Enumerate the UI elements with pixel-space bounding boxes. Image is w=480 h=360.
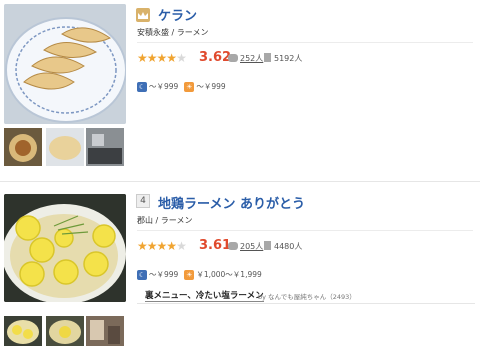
bookmark-count: 4480人	[274, 242, 303, 251]
star-empty-icon: ★	[176, 239, 187, 253]
shop-card-1: ケラン 安積永盛 / ラーメン ★★★★★ 3.62 252人 5192人 ☾ ～…	[0, 0, 480, 176]
shop-main-photo[interactable]	[4, 194, 126, 302]
featured-review-title[interactable]: 裏メニュー、冷たい塩ラーメン	[145, 289, 264, 302]
shop-thumb-2[interactable]	[46, 316, 84, 346]
star-full-icon: ★	[146, 239, 158, 253]
shop-name[interactable]: 地鶏ラーメン ありがとう	[158, 193, 305, 212]
star-empty-icon: ★	[176, 51, 187, 65]
price-row: ☾ ～￥999 ☀ ￥1,000～￥1,999	[137, 264, 268, 280]
star-full-icon: ★	[156, 239, 168, 253]
shop-area-genre: 郡山 / ラーメン	[137, 216, 193, 225]
lunch-price: ￥1,000～￥1,999	[196, 270, 262, 279]
divider	[137, 230, 473, 231]
star-full-icon: ★	[137, 51, 148, 65]
shop-thumb-1[interactable]	[4, 128, 42, 166]
divider	[137, 42, 473, 43]
review-count[interactable]: 252人	[240, 53, 263, 64]
rating-stars: ★★★★★	[137, 239, 187, 253]
rating-score: 3.61	[199, 238, 232, 253]
moon-icon: ☾	[137, 269, 147, 280]
star-full-icon: ★	[146, 51, 158, 65]
shop-thumb-1[interactable]	[4, 316, 42, 346]
shop-thumb-2[interactable]	[46, 128, 84, 166]
shop-card-2: 4 地鶏ラーメン ありがとう 郡山 / ラーメン ★★★★★ 3.61 205人…	[0, 188, 480, 360]
rank-badge: 4	[136, 194, 150, 208]
sun-icon: ☀	[184, 81, 195, 92]
comment-icon	[228, 242, 238, 250]
shop-name[interactable]: ケラン	[158, 5, 197, 24]
comment-icon	[228, 54, 238, 62]
shop-area-genre: 安積永盛 / ラーメン	[137, 28, 209, 37]
shop-main-photo[interactable]	[4, 4, 126, 124]
rating-score: 3.62	[199, 50, 232, 65]
crown-icon	[136, 8, 150, 22]
star-full-icon: ★	[137, 239, 148, 253]
dinner-price: ～￥999	[149, 82, 179, 91]
price-row: ☾ ～￥999 ☀ ～￥999	[137, 76, 232, 92]
sun-icon: ☀	[184, 269, 195, 280]
dinner-price: ～￥999	[149, 270, 179, 279]
star-half-icon: ★	[166, 51, 177, 65]
card-separator	[0, 181, 480, 182]
moon-icon: ☾	[137, 81, 147, 92]
featured-review-author: by なんでも屋純ちゃん（2493）	[258, 293, 356, 301]
star-half-icon: ★	[166, 239, 177, 253]
review-count[interactable]: 205人	[240, 241, 263, 252]
shop-thumb-3[interactable]	[86, 316, 124, 346]
rating-stars: ★★★★★	[137, 51, 187, 65]
star-full-icon: ★	[156, 51, 168, 65]
bookmark-count: 5192人	[274, 54, 303, 63]
bookmark-icon	[264, 241, 271, 250]
bookmark-icon	[264, 53, 271, 62]
lunch-price: ～￥999	[196, 82, 226, 91]
shop-thumb-3[interactable]	[86, 128, 124, 166]
